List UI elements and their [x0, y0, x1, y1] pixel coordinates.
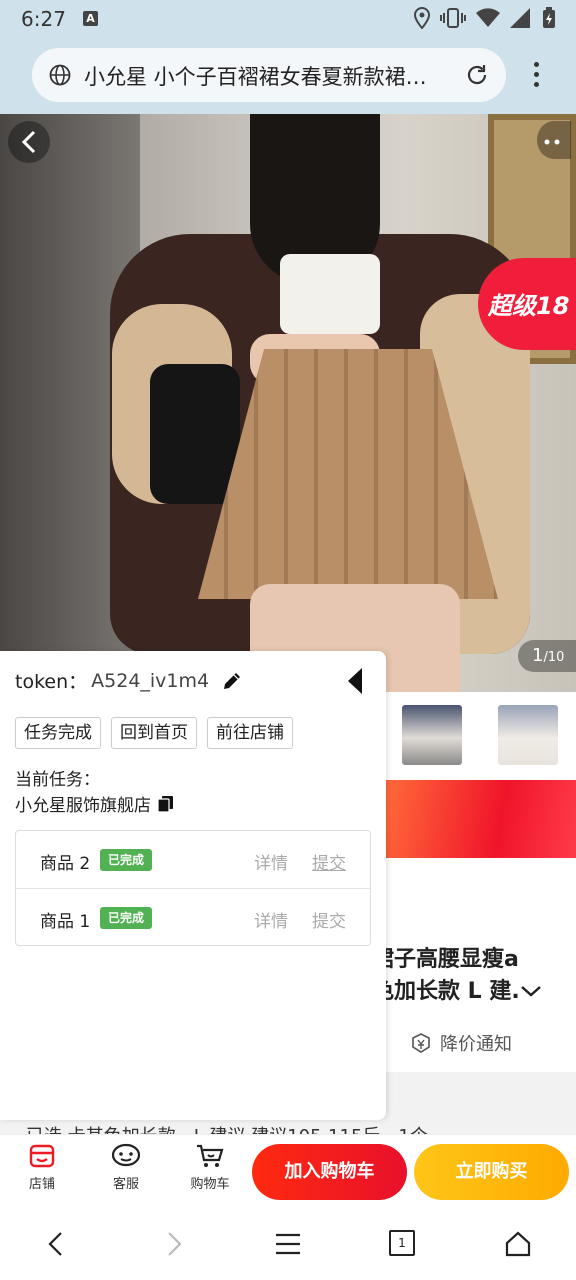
signal-icon: [510, 8, 530, 28]
edit-icon[interactable]: [221, 670, 243, 692]
store-label: 店铺: [28, 1177, 55, 1192]
add-to-cart-button[interactable]: 加入购物车: [252, 1144, 407, 1200]
store-name: 小允星服饰旗舰店: [15, 796, 151, 816]
nav-menu-icon[interactable]: [274, 1230, 302, 1258]
product-title-line-2: 色加长款 L 建.: [372, 979, 520, 1004]
store-icon: [29, 1144, 55, 1168]
browser-menu-icon[interactable]: [526, 62, 546, 92]
service-icon: [111, 1143, 141, 1167]
browser-toolbar: 小允星 小个子百褶裙女春夏新款裙…: [0, 38, 576, 114]
token-row: token： A524_iv1m4: [15, 667, 243, 694]
back-button[interactable]: [8, 121, 50, 163]
token-label: token：: [15, 671, 88, 693]
service-label: 客服: [112, 1177, 139, 1192]
promo-label: 超级18: [488, 292, 570, 320]
collapse-panel-icon[interactable]: [348, 668, 362, 694]
table-row: 商品 2 已完成 详情 提交: [16, 831, 370, 888]
url-title[interactable]: 小允星 小个子百褶裙女春夏新款裙…: [84, 61, 456, 91]
wifi-icon: [476, 8, 500, 27]
more-button[interactable]: [537, 121, 571, 159]
token-value: A524_iv1m4: [91, 669, 210, 692]
product-title: 裙子高腰显瘦a 色加长款 L 建.: [372, 944, 542, 1008]
service-tab[interactable]: 客服: [96, 1143, 156, 1192]
cart-label: 购物车: [190, 1177, 230, 1192]
vibrate-icon: [440, 8, 466, 28]
task-done-button[interactable]: 任务完成: [15, 717, 101, 749]
price-alert-icon: [412, 1033, 430, 1053]
product-name: 商品 1: [40, 912, 91, 932]
home-button[interactable]: 回到首页: [111, 717, 197, 749]
submit-link[interactable]: 提交: [312, 907, 346, 932]
location-icon: [414, 7, 430, 29]
submit-link[interactable]: 提交: [312, 849, 346, 874]
pager-current: 1: [532, 645, 544, 666]
thumbnail-1[interactable]: [402, 705, 462, 765]
product-title-line-1: 裙子高腰显瘦a: [372, 947, 519, 972]
detail-link[interactable]: 详情: [254, 849, 288, 874]
status-time: 6:27: [21, 7, 66, 31]
nav-tabs-button[interactable]: 1: [389, 1230, 415, 1256]
system-nav-bar: 1: [0, 1206, 576, 1280]
nav-home-icon[interactable]: [504, 1230, 532, 1258]
battery-icon: [543, 7, 555, 28]
globe-icon: [49, 64, 71, 86]
panel-actions: 任务完成 回到首页 前往店铺: [15, 717, 293, 749]
nav-forward-icon[interactable]: [162, 1230, 186, 1258]
product-image[interactable]: [0, 114, 576, 692]
product-task-table: 商品 2 已完成 详情 提交 商品 1 已完成 详情 提交: [15, 830, 371, 946]
promo-banner: [386, 780, 576, 858]
more-dots-icon: [544, 139, 560, 145]
image-pager: 1/10: [518, 640, 576, 672]
store-tab[interactable]: 店铺: [12, 1143, 72, 1192]
product-name: 商品 2: [40, 854, 91, 874]
buy-now-button[interactable]: 立即购买: [414, 1144, 569, 1200]
selected-spec[interactable]: 已选 卡其色加长款，L 建议 建议105-115斤，1个: [26, 1122, 556, 1134]
copy-icon[interactable]: [157, 795, 175, 813]
pager-total: /10: [543, 650, 565, 665]
go-store-button[interactable]: 前往店铺: [207, 717, 293, 749]
status-badge: 已完成: [100, 849, 153, 871]
status-icons: [414, 6, 556, 30]
detail-link[interactable]: 详情: [254, 907, 288, 932]
thumbnail-2[interactable]: [498, 705, 558, 765]
notification-icon: A: [83, 11, 98, 26]
task-panel: token： A524_iv1m4 任务完成 回到首页 前往店铺 当前任务： 小…: [0, 651, 386, 1120]
chevron-down-icon[interactable]: [520, 984, 542, 998]
reload-icon[interactable]: [464, 62, 490, 88]
table-row: 商品 1 已完成 详情 提交: [16, 888, 370, 945]
address-bar[interactable]: 小允星 小个子百褶裙女春夏新款裙…: [32, 48, 506, 102]
chevron-left-icon: [21, 130, 36, 154]
current-task-store: 小允星服饰旗舰店: [15, 791, 175, 816]
cart-tab[interactable]: 购物车: [180, 1143, 240, 1192]
current-task-label: 当前任务：: [15, 770, 100, 790]
nav-back-icon[interactable]: [44, 1230, 68, 1258]
price-alert-button[interactable]: 降价通知: [410, 1030, 512, 1056]
price-alert-label: 降价通知: [440, 1034, 512, 1055]
cart-icon: [197, 1144, 224, 1167]
purchase-bar: 店铺 客服 购物车 加入购物车 立即购买: [0, 1134, 576, 1206]
status-bar: 6:27 A: [0, 0, 576, 38]
promo-badge: 超级18: [478, 258, 576, 350]
status-badge: 已完成: [100, 907, 153, 929]
